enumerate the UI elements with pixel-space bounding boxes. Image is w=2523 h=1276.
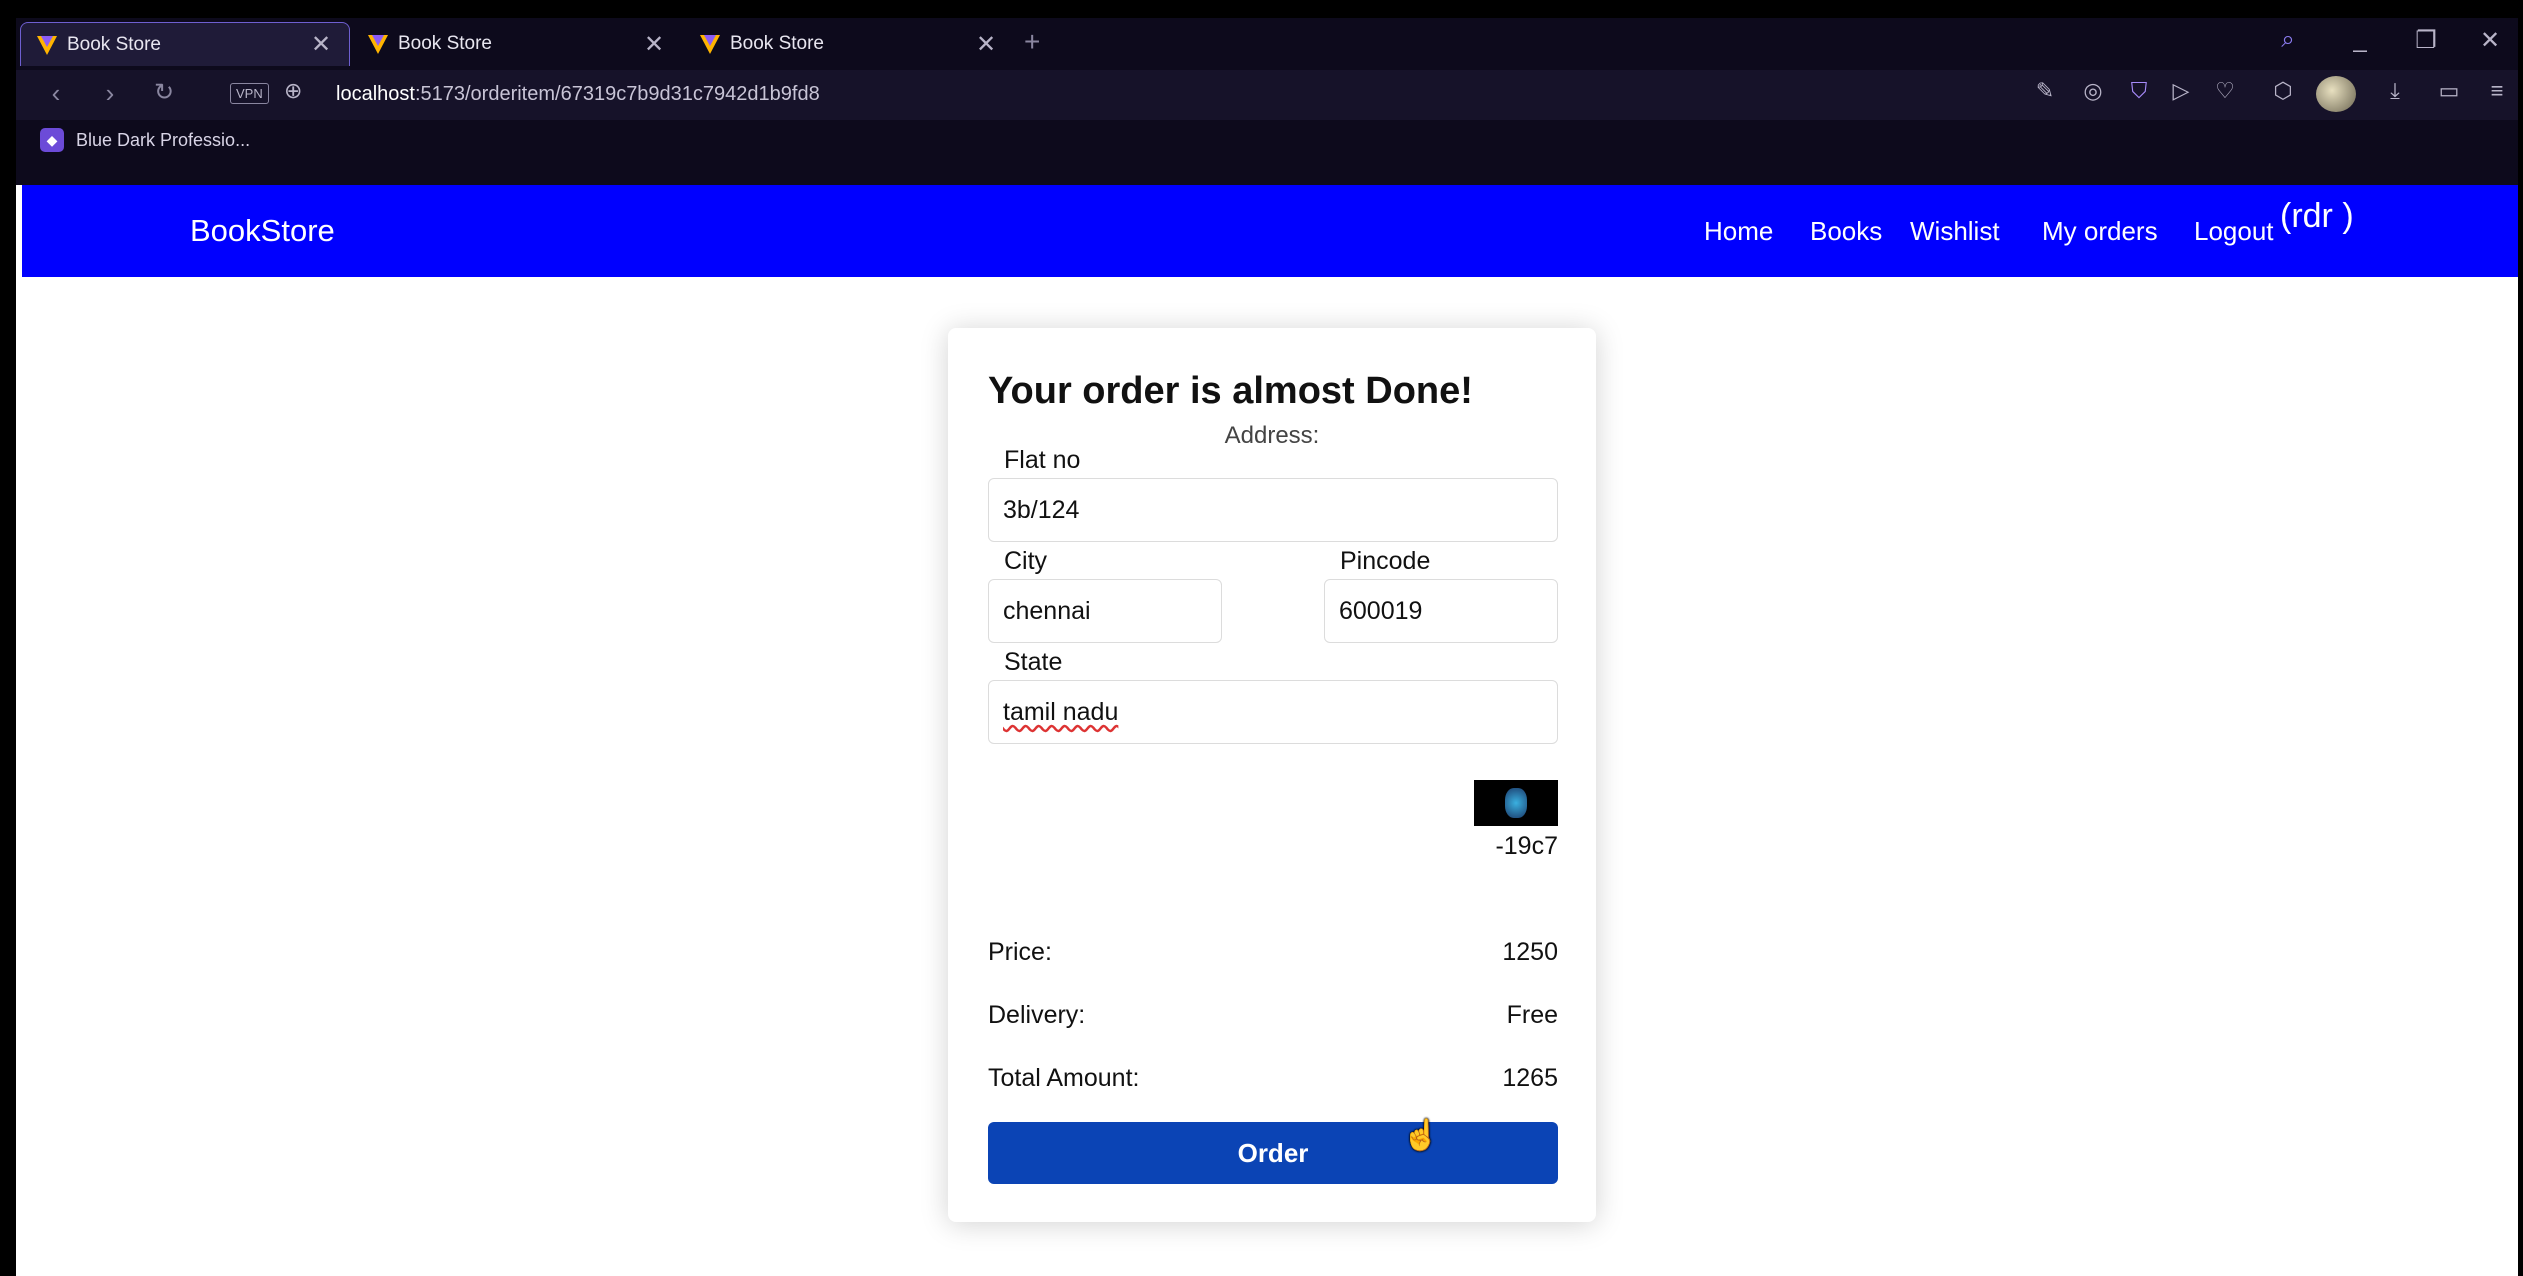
flat-no-input[interactable]: 3b/124 bbox=[988, 478, 1558, 542]
close-window-icon[interactable]: ✕ bbox=[2472, 26, 2508, 55]
edit-icon[interactable]: ✎ bbox=[2030, 78, 2060, 104]
order-card: Your order is almost Done! Address: 3b/1… bbox=[948, 328, 1596, 1222]
brand-logo[interactable]: BookStore bbox=[190, 213, 335, 249]
download-icon[interactable]: ⤓ bbox=[2380, 78, 2410, 104]
tab-title: Book Store bbox=[67, 33, 161, 55]
vpn-badge[interactable]: VPN bbox=[230, 83, 269, 104]
new-tab-button[interactable]: + bbox=[1024, 26, 1040, 58]
close-tab-icon[interactable]: ✕ bbox=[640, 30, 668, 59]
url-path: :5173/orderitem/67319c7b9d31c7942d1b9fd8 bbox=[414, 83, 820, 105]
web-page: BookStore Home Books Wishlist My orders … bbox=[16, 185, 2518, 1276]
profile-avatar[interactable] bbox=[2316, 76, 2356, 112]
user-name: (rdr ) bbox=[2280, 197, 2354, 235]
back-icon[interactable]: ‹ bbox=[38, 78, 74, 109]
menu-icon[interactable]: ≡ bbox=[2482, 78, 2512, 104]
shield-icon[interactable]: ⛉ bbox=[2124, 78, 2154, 104]
page-title: Your order is almost Done! bbox=[988, 370, 1473, 412]
search-tabs-icon[interactable]: ⌕ bbox=[2270, 26, 2306, 54]
state-value: tamil nadu bbox=[1003, 697, 1119, 726]
browser-window: Book Store ✕ Book Store ✕ Book Store ✕ +… bbox=[16, 18, 2518, 1276]
state-input[interactable]: tamil nadu bbox=[988, 680, 1558, 744]
tab-book-store-2[interactable]: Book Store ✕ bbox=[352, 22, 682, 66]
url-host: localhost bbox=[336, 83, 415, 105]
minimize-icon[interactable]: _ bbox=[2342, 26, 2378, 54]
tab-book-store-1[interactable]: Book Store ✕ bbox=[20, 22, 350, 66]
book-cover-art bbox=[1505, 788, 1527, 818]
tab-title: Book Store bbox=[730, 33, 824, 54]
book-id: -19c7 bbox=[1495, 832, 1558, 860]
price-label: Price: bbox=[988, 938, 1052, 966]
address-bar: ‹ › ↻ VPN ⊕ localhost:5173/orderitem/673… bbox=[16, 70, 2518, 120]
tab-book-store-3[interactable]: Book Store ✕ bbox=[684, 22, 1014, 66]
state-label: State bbox=[996, 648, 1071, 677]
nav-books[interactable]: Books bbox=[1810, 216, 1882, 247]
hand-cursor-icon: ☝ bbox=[1402, 1119, 1440, 1152]
vite-logo-icon bbox=[368, 35, 388, 54]
battery-icon[interactable]: ▭ bbox=[2434, 78, 2464, 104]
delivery-value: Free bbox=[1506, 1001, 1558, 1029]
book-image bbox=[1474, 780, 1558, 826]
city-input[interactable]: chennai bbox=[988, 579, 1222, 643]
cube-icon[interactable]: ⬡ bbox=[2268, 78, 2298, 104]
heart-icon[interactable]: ♡ bbox=[2210, 78, 2240, 104]
vite-logo-icon bbox=[700, 35, 720, 54]
nav-my-orders[interactable]: My orders bbox=[2042, 216, 2158, 247]
tab-bar: Book Store ✕ Book Store ✕ Book Store ✕ +… bbox=[16, 18, 2518, 70]
send-icon[interactable]: ▷ bbox=[2166, 78, 2196, 104]
total-amount-value: 1265 bbox=[1502, 1064, 1558, 1092]
vite-logo-icon bbox=[37, 35, 57, 55]
price-value: 1250 bbox=[1502, 938, 1558, 966]
delivery-label: Delivery: bbox=[988, 1001, 1086, 1029]
order-button[interactable]: Order bbox=[988, 1122, 1558, 1184]
pincode-input[interactable]: 600019 bbox=[1324, 579, 1558, 643]
bookmark-blue-dark[interactable]: ◆ Blue Dark Professio... bbox=[40, 128, 250, 152]
flat-no-label: Flat no bbox=[996, 446, 1089, 475]
pincode-label: Pincode bbox=[1332, 547, 1439, 576]
city-label: City bbox=[996, 547, 1056, 576]
close-tab-icon[interactable]: ✕ bbox=[972, 30, 1000, 59]
close-tab-icon[interactable]: ✕ bbox=[307, 30, 335, 59]
camera-icon[interactable]: ◎ bbox=[2078, 78, 2108, 104]
restore-icon[interactable]: ❐ bbox=[2408, 26, 2444, 55]
site-navbar: BookStore Home Books Wishlist My orders … bbox=[22, 185, 2518, 277]
bookmark-icon: ◆ bbox=[40, 128, 64, 152]
bookmarks-bar: ◆ Blue Dark Professio... bbox=[16, 120, 2518, 162]
url-field[interactable]: localhost:5173/orderitem/67319c7b9d31c79… bbox=[336, 83, 820, 106]
tab-title: Book Store bbox=[398, 33, 492, 54]
nav-logout[interactable]: Logout bbox=[2194, 216, 2274, 247]
nav-home[interactable]: Home bbox=[1704, 216, 1773, 247]
screen-frame: Book Store ✕ Book Store ✕ Book Store ✕ +… bbox=[0, 0, 2523, 1276]
total-amount-label: Total Amount: bbox=[988, 1064, 1140, 1092]
nav-wishlist[interactable]: Wishlist bbox=[1910, 216, 2000, 247]
forward-icon[interactable]: › bbox=[92, 78, 128, 109]
bookmark-label: Blue Dark Professio... bbox=[76, 129, 251, 150]
reload-icon[interactable]: ↻ bbox=[146, 78, 182, 107]
globe-icon: ⊕ bbox=[284, 78, 303, 103]
